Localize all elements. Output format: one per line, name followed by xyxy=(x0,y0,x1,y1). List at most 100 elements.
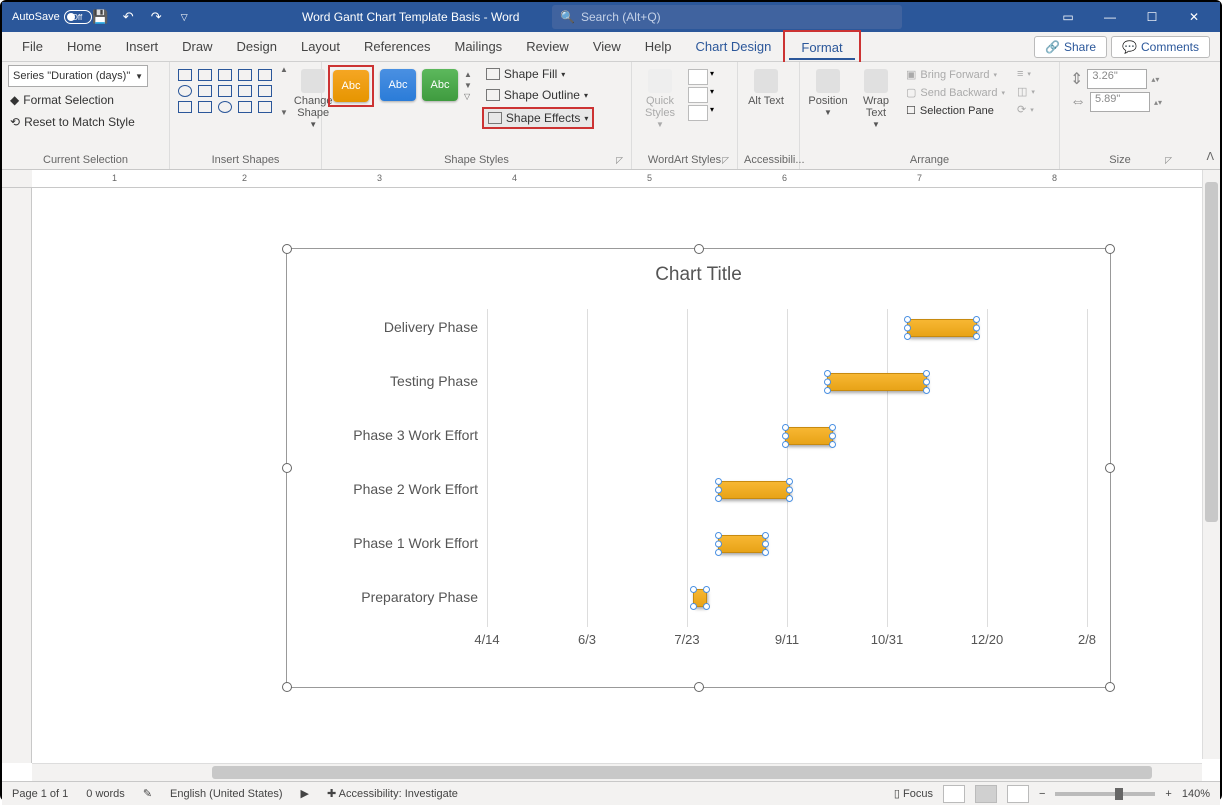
style-swatch-orange[interactable]: Abc xyxy=(333,70,369,102)
scrollbar-thumb[interactable] xyxy=(212,766,1152,779)
dialog-launcher-icon[interactable]: ◸ xyxy=(616,155,623,166)
plot-area[interactable]: Delivery Phase Testing Phase Phase 3 Wor… xyxy=(487,309,1090,647)
text-outline-icon[interactable] xyxy=(688,87,708,103)
data-bar[interactable] xyxy=(785,427,833,445)
language-indicator[interactable]: English (United States) xyxy=(170,788,283,800)
resize-handle[interactable] xyxy=(1105,463,1115,473)
resize-handle[interactable] xyxy=(282,244,292,254)
page-indicator[interactable]: Page 1 of 1 xyxy=(12,788,68,800)
web-layout-icon[interactable] xyxy=(1007,785,1029,803)
zoom-level[interactable]: 140% xyxy=(1182,788,1210,800)
vertical-scrollbar[interactable] xyxy=(1202,170,1220,759)
tab-view[interactable]: View xyxy=(581,33,633,60)
tab-format[interactable]: Format xyxy=(789,34,854,60)
style-swatch-green[interactable]: Abc xyxy=(422,69,458,101)
dialog-launcher-icon[interactable]: ◸ xyxy=(1165,155,1172,166)
zoom-slider[interactable] xyxy=(1055,792,1155,796)
tab-review[interactable]: Review xyxy=(514,33,581,60)
tab-design[interactable]: Design xyxy=(225,33,289,60)
word-count[interactable]: 0 words xyxy=(86,788,125,800)
horizontal-scrollbar[interactable] xyxy=(32,763,1202,781)
chart-object[interactable]: Chart Title Delivery Phase Testing Phase… xyxy=(286,248,1111,688)
resize-handle[interactable] xyxy=(1105,244,1115,254)
axis-label: Preparatory Phase xyxy=(298,589,478,605)
data-bar[interactable] xyxy=(718,481,790,499)
undo-icon[interactable]: ↶ xyxy=(118,7,138,27)
ruler-horizontal[interactable]: 123 456 78 xyxy=(32,170,1220,188)
ribbon-options-icon[interactable]: ▭ xyxy=(1047,3,1089,31)
share-button[interactable]: 🔗Share xyxy=(1034,36,1107,58)
quick-styles-button[interactable]: Quick Styles▼ xyxy=(638,65,682,134)
ruler-vertical[interactable] xyxy=(2,188,32,763)
qat-dropdown-icon[interactable]: ▽ xyxy=(174,7,194,27)
format-selection-button[interactable]: ◆Format Selection xyxy=(8,91,148,109)
position-button[interactable]: Position▼ xyxy=(806,65,850,122)
zoom-out-button[interactable]: − xyxy=(1039,788,1045,800)
data-bar[interactable] xyxy=(827,373,927,391)
tab-draw[interactable]: Draw xyxy=(170,33,224,60)
fill-icon xyxy=(486,68,500,80)
macro-icon[interactable]: ▶ xyxy=(301,787,309,800)
wrap-text-button[interactable]: Wrap Text▼ xyxy=(854,65,898,134)
backward-icon: ▢ xyxy=(906,86,916,99)
resize-handle[interactable] xyxy=(694,682,704,692)
close-icon[interactable]: ✕ xyxy=(1173,3,1215,31)
data-bar[interactable] xyxy=(718,535,766,553)
reset-style-button[interactable]: ⟲Reset to Match Style xyxy=(8,113,148,131)
document-title: Word Gantt Chart Template Basis - Word xyxy=(302,10,519,24)
tab-mailings[interactable]: Mailings xyxy=(443,33,515,60)
autosave-toggle[interactable]: AutoSave Off xyxy=(12,10,82,24)
tab-chart-design[interactable]: Chart Design xyxy=(684,33,784,60)
send-backward-button[interactable]: ▢Send Backward▾ xyxy=(904,85,1007,100)
group-label-wordart: WordArt Styles◸ xyxy=(638,152,731,168)
text-effects-icon[interactable] xyxy=(688,105,708,121)
alt-text-button[interactable]: Alt Text xyxy=(744,65,788,111)
resize-handle[interactable] xyxy=(694,244,704,254)
document-spacer: 123 456 78 xyxy=(2,170,1220,188)
tab-help[interactable]: Help xyxy=(633,33,684,60)
height-input[interactable]: 3.26" xyxy=(1087,69,1147,89)
resize-handle[interactable] xyxy=(282,682,292,692)
maximize-icon[interactable]: ☐ xyxy=(1131,3,1173,31)
selection-pane-button[interactable]: ☐Selection Pane xyxy=(904,103,1007,118)
group-button[interactable]: ◫▾ xyxy=(1015,84,1037,99)
focus-mode-button[interactable]: ▯ Focus xyxy=(894,787,933,800)
bring-forward-button[interactable]: ▣Bring Forward▾ xyxy=(904,67,1007,82)
resize-handle[interactable] xyxy=(282,463,292,473)
shapes-palette[interactable] xyxy=(176,65,276,117)
position-icon xyxy=(816,69,840,93)
text-fill-icon[interactable] xyxy=(688,69,708,85)
shape-effects-button[interactable]: Shape Effects▾ xyxy=(482,107,595,129)
redo-icon[interactable]: ↷ xyxy=(146,7,166,27)
page-viewport[interactable]: Chart Title Delivery Phase Testing Phase… xyxy=(32,188,1220,763)
format-tab-highlight: Format xyxy=(783,30,860,64)
data-bar[interactable] xyxy=(693,589,707,607)
accessibility-indicator[interactable]: ✚ Accessibility: Investigate xyxy=(327,787,458,800)
tab-home[interactable]: Home xyxy=(55,33,114,60)
style-swatch-blue[interactable]: Abc xyxy=(380,69,416,101)
rotate-button[interactable]: ⟳▾ xyxy=(1015,102,1037,117)
dialog-launcher-icon[interactable]: ◸ xyxy=(722,155,729,166)
shape-outline-button[interactable]: Shape Outline▾ xyxy=(482,86,595,104)
align-button[interactable]: ≡▾ xyxy=(1015,67,1037,81)
minimize-icon[interactable]: — xyxy=(1089,3,1131,31)
resize-handle[interactable] xyxy=(1105,682,1115,692)
data-bar[interactable] xyxy=(907,319,977,337)
comments-button[interactable]: 💬Comments xyxy=(1111,36,1210,58)
tab-insert[interactable]: Insert xyxy=(114,33,171,60)
save-icon[interactable]: 💾 xyxy=(90,7,110,27)
tab-references[interactable]: References xyxy=(352,33,442,60)
shape-fill-button[interactable]: Shape Fill▾ xyxy=(482,65,595,83)
zoom-in-button[interactable]: + xyxy=(1165,788,1171,800)
spellcheck-icon[interactable]: ✎ xyxy=(143,787,152,800)
search-input[interactable]: 🔍 Search (Alt+Q) xyxy=(552,5,902,29)
chart-element-dropdown[interactable]: Series "Duration (days)"▼ xyxy=(8,65,148,87)
chart-title[interactable]: Chart Title xyxy=(287,249,1110,286)
scrollbar-thumb[interactable] xyxy=(1205,182,1218,522)
collapse-ribbon-icon[interactable]: ᐱ xyxy=(1206,150,1214,163)
tab-layout[interactable]: Layout xyxy=(289,33,352,60)
tab-file[interactable]: File xyxy=(10,33,55,60)
read-mode-icon[interactable] xyxy=(943,785,965,803)
print-layout-icon[interactable] xyxy=(975,785,997,803)
width-input[interactable]: 5.89" xyxy=(1090,92,1150,112)
